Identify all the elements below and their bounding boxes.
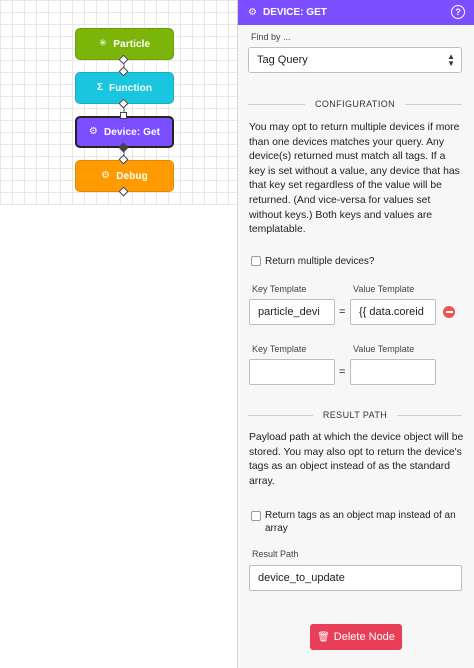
find-by-label: Find by ... — [251, 32, 291, 42]
node-label: Function — [109, 82, 153, 94]
result-path-input[interactable]: device_to_update — [249, 565, 462, 591]
configuration-section-title: CONFIGURATION — [248, 98, 462, 110]
workflow-canvas[interactable]: ✳ Particle Σ Function ⚙ Device: Get ⚙ De… — [0, 0, 237, 668]
device-gear-icon: ⚙ — [88, 126, 98, 137]
delete-node-label: Delete Node — [333, 631, 395, 643]
value-template-label: Value Template — [353, 284, 415, 294]
result-path-description: Payload path at which the device object … — [249, 432, 464, 487]
panel-title: DEVICE: GET — [262, 7, 327, 18]
key-template-label: Key Template — [252, 284, 307, 294]
equals-sign: = — [339, 306, 346, 318]
result-path-section-title: RESULT PATH — [248, 409, 462, 421]
value-template-input[interactable]: {{ data.coreid — [350, 299, 436, 325]
tags-as-object-checkbox[interactable] — [251, 511, 261, 521]
node-label: Particle — [113, 38, 151, 50]
find-by-value: Tag Query — [257, 54, 308, 66]
node-label: Debug — [116, 170, 148, 182]
key-template-input-empty[interactable] — [249, 359, 335, 385]
select-arrows-icon: ▲ ▼ — [447, 52, 455, 68]
configuration-description: You may opt to return multiple devices i… — [249, 122, 460, 236]
particle-icon: ✳ — [98, 38, 108, 49]
node-label: Device: Get — [103, 126, 161, 138]
delete-node-button[interactable]: 🗑 Delete Node — [310, 624, 402, 650]
equals-sign: = — [339, 366, 346, 378]
device-gear-icon: ⚙ — [248, 7, 257, 18]
key-template-label: Key Template — [252, 344, 307, 354]
debug-icon: ⚙ — [101, 170, 111, 181]
tags-as-object-label: Return tags as an object map instead of … — [265, 510, 456, 534]
panel-header: ⚙ DEVICE: GET ? — [238, 0, 474, 25]
find-by-select[interactable]: Tag Query ▲ ▼ — [248, 47, 462, 73]
return-multiple-label: Return multiple devices? — [265, 256, 375, 267]
sigma-icon: Σ — [96, 82, 104, 93]
remove-tag-icon[interactable] — [443, 306, 455, 318]
return-multiple-checkbox[interactable] — [251, 256, 261, 266]
value-template-label: Value Template — [353, 344, 415, 354]
trash-icon: 🗑 — [317, 631, 330, 643]
key-template-input[interactable]: particle_devi — [249, 299, 335, 325]
result-path-label: Result Path — [252, 549, 299, 559]
value-template-input-empty[interactable] — [350, 359, 436, 385]
input-port-selected[interactable] — [120, 112, 127, 119]
help-icon[interactable]: ? — [451, 5, 465, 19]
